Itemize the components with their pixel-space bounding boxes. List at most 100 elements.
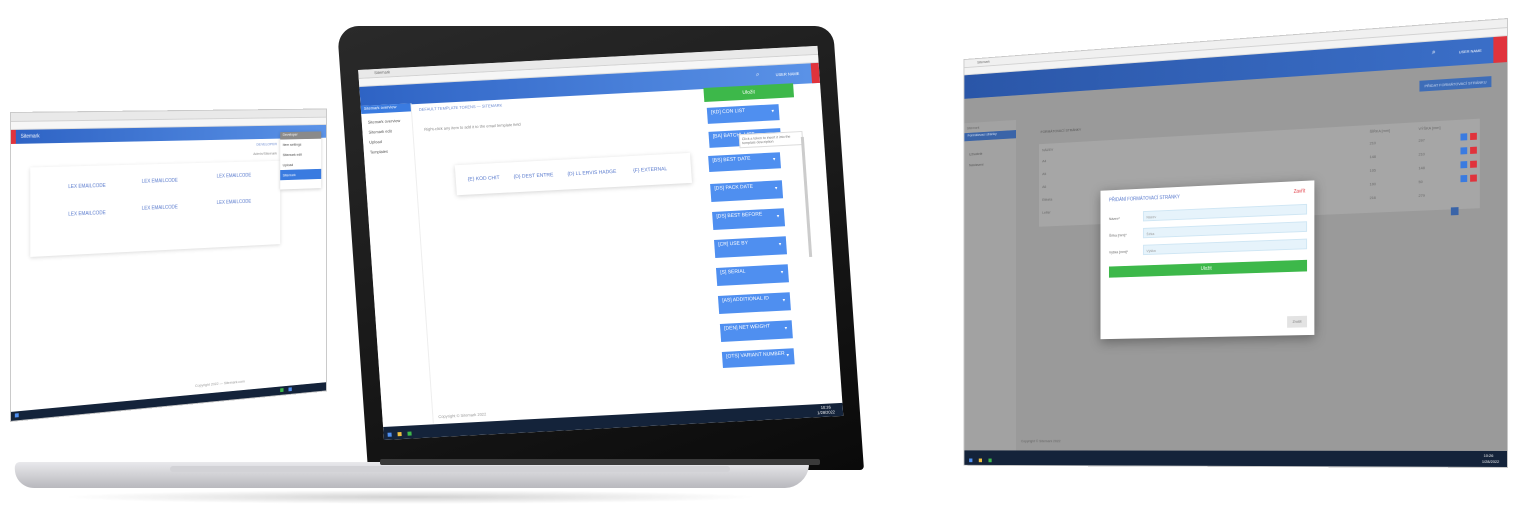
info-note: Right-click any item to add it to the em… [424, 121, 521, 132]
browser-icon[interactable] [988, 458, 992, 463]
search-icon[interactable]: ⌕ [756, 72, 760, 79]
laptop-hinge [380, 459, 820, 465]
laptop-screen: Sitemark ⌕ USER NAME Sitemark overview S… [358, 45, 844, 440]
username[interactable]: USER NAME [1459, 48, 1482, 55]
edit-icon[interactable] [1460, 133, 1468, 141]
token[interactable]: {D} LL ERVIS HADGE [567, 169, 616, 178]
table-cell: 100 [1369, 181, 1376, 187]
sidebar-item[interactable]: Nastavení [969, 162, 983, 167]
top-action-button[interactable]: PŘIDAT FORMÁTOVACÍ STRÁNKU [1419, 76, 1492, 92]
sidebar-item[interactable]: Uživatelé [969, 151, 982, 156]
chevron-down-icon: ▾ [784, 325, 788, 332]
token-button[interactable]: [OTS] VARIANT NUMBER ▾ [721, 348, 795, 368]
start-icon[interactable] [969, 458, 973, 463]
modal-title: PŘIDÁNÍ FORMÁTOVACÍ STRÁNKY [1108, 194, 1180, 204]
token-button[interactable]: [AS] ADDITIONAL ID ▾ [717, 292, 791, 314]
scrollbar[interactable] [800, 136, 813, 258]
folder-icon[interactable] [978, 458, 983, 463]
tab-title[interactable]: Sitemark [977, 59, 990, 64]
start-icon[interactable] [14, 413, 19, 418]
nav-box-3[interactable]: LEX EMAILCODE [217, 173, 251, 180]
table-cell: Etiketa [1042, 196, 1053, 202]
page-footer: Copyright 2022 — Sitemark.com [195, 378, 245, 388]
sidebar-item[interactable]: Sitemark overview [368, 118, 401, 125]
taskbar [10, 382, 327, 421]
browser-icon[interactable] [407, 431, 412, 436]
height-field[interactable]: Výška [1142, 238, 1308, 256]
modal-save-button[interactable]: Uložit [1108, 259, 1308, 278]
table-header[interactable]: ŠÍŘKA [mm] [1370, 128, 1390, 134]
token-button[interactable]: [KD] CON LIST ▾ [706, 104, 780, 124]
user-sub-label: Admin/Sitemark [253, 150, 277, 156]
token-button-label: [BS] BEST DATE [712, 155, 751, 164]
tray-date: 1/28/2022 [817, 409, 836, 416]
chevron-down-icon: ▾ [780, 269, 784, 276]
token-button[interactable]: [BS] BEST DATE ▾ [708, 152, 781, 172]
app-icon[interactable] [288, 387, 292, 392]
nav-box-5[interactable]: LEX EMAILCODE [142, 205, 178, 212]
tray-time: 10:26 [1483, 452, 1494, 458]
pagination-active[interactable] [1450, 207, 1459, 216]
logout-button[interactable] [810, 62, 821, 84]
table-header[interactable]: VÝŠKA [mm] [1418, 125, 1440, 131]
edit-icon[interactable] [1460, 174, 1468, 183]
table-cell: 210 [1418, 151, 1425, 157]
token-button[interactable]: [CR] USE BY ▾ [714, 236, 788, 258]
token-button[interactable]: [DS] BEST BEFORE ▾ [712, 208, 786, 230]
field-label: Výška [mm]* [1108, 249, 1128, 255]
breadcrumb: DEFAULT TEMPLATE TOKENS — SITEMARK [418, 102, 503, 112]
delete-icon[interactable] [1470, 146, 1477, 154]
table-cell: 216 [1369, 194, 1376, 201]
sidebar-item[interactable]: Upload [369, 139, 382, 145]
nav-box-1[interactable]: LEX EMAILCODE [68, 183, 105, 190]
token-button-label: [CR] USE BY [718, 240, 749, 248]
table-header[interactable]: NÁZEV [1042, 147, 1053, 152]
taskbar: 10:26 1/28/2022 [964, 450, 1508, 467]
right-screen: Sitemark ⌕ USER NAME PŘIDAT FORMÁTOVACÍ … [963, 18, 1508, 468]
token[interactable]: {D} DEST ENTRE [513, 172, 553, 180]
token-button[interactable]: [DS] PACK DATE ▾ [710, 180, 784, 202]
table-cell: Letter [1042, 209, 1051, 215]
username[interactable]: USER NAME [775, 71, 799, 77]
token[interactable]: {F} EXTERNAL [633, 166, 667, 174]
delete-icon[interactable] [1470, 174, 1477, 182]
chevron-down-icon: ▾ [771, 108, 775, 115]
token-button-label: [DEN] NET WEIGHT [724, 323, 771, 332]
dropdown-item-active[interactable]: Sitemark [280, 168, 322, 181]
token-button[interactable]: [DEN] NET WEIGHT ▾ [719, 320, 793, 342]
table-cell: A6 [1042, 184, 1047, 189]
sidebar-item[interactable]: Sitemark edit [368, 128, 392, 134]
edit-icon[interactable] [1460, 161, 1468, 169]
start-icon[interactable] [387, 432, 392, 437]
nav-box-4[interactable]: LEX EMAILCODE [68, 210, 105, 217]
add-page-modal: PŘIDÁNÍ FORMÁTOVACÍ STRÁNKY Zavřít Název… [1100, 180, 1315, 340]
delete-icon[interactable] [1470, 160, 1477, 168]
edit-icon[interactable] [1460, 147, 1468, 155]
modal-cancel-button[interactable]: Zrušit [1287, 315, 1308, 328]
user-label[interactable]: DEVELOPER [256, 141, 276, 146]
search-icon[interactable]: ⌕ [1432, 49, 1436, 57]
chevron-down-icon: ▾ [776, 213, 780, 220]
tooltip: Click a token to insert it into the temp… [738, 130, 804, 149]
width-field[interactable]: Šířka [1142, 221, 1308, 239]
nav-box-6[interactable]: LEX EMAILCODE [217, 199, 251, 206]
delete-icon[interactable] [1470, 132, 1477, 141]
token[interactable]: {E} KOD CHIT [468, 175, 500, 183]
table-cell: 297 [1418, 137, 1425, 143]
token-button[interactable]: [S] SERIAL ▾ [715, 264, 789, 286]
nav-box-2[interactable]: LEX EMAILCODE [142, 178, 178, 185]
brand-name[interactable]: Sitemark [21, 133, 40, 139]
table-cell: 210 [1369, 140, 1376, 146]
modal-close-button[interactable]: Zavřít [1294, 189, 1306, 195]
table-cell: 105 [1369, 167, 1376, 173]
logout-button[interactable] [1493, 36, 1508, 63]
tray-date: 1/28/2022 [1481, 458, 1500, 464]
name-field[interactable]: Název [1142, 203, 1308, 222]
sidebar-item[interactable]: Templates [370, 149, 389, 155]
sidebar-item-active[interactable]: Sitemark overview [360, 103, 412, 114]
folder-icon[interactable] [397, 432, 402, 437]
tab-title[interactable]: Sitemark [374, 69, 390, 75]
sidebar-item-active[interactable]: Formátovací stránky [964, 130, 1017, 142]
app-icon[interactable] [280, 388, 284, 393]
laptop-keyboard-area [170, 466, 730, 472]
